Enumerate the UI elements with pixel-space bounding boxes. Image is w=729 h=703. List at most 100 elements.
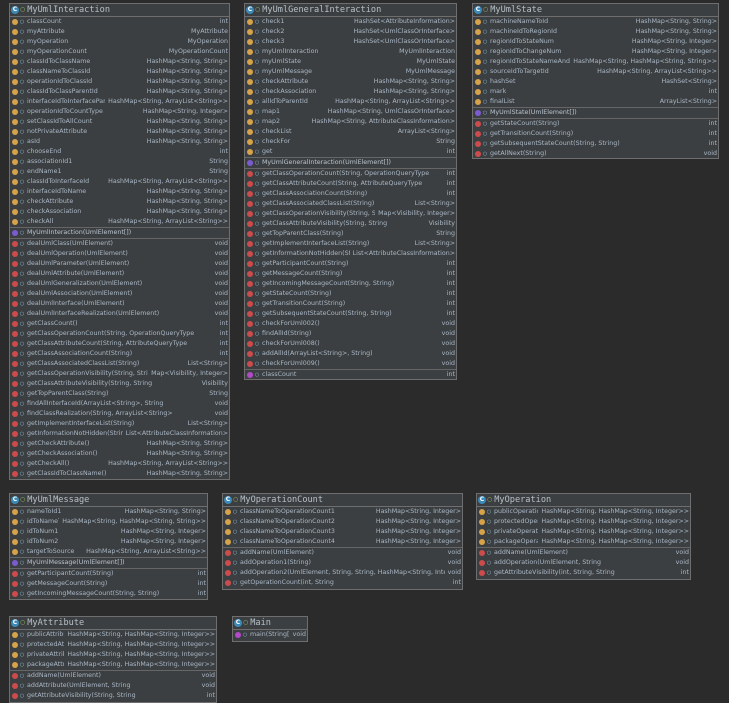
field-idtonum2[interactable]: ○ idToNum2 HashMap<String, Integer> — [10, 537, 207, 547]
method-addattribute[interactable]: ○ addAttribute(UmlElement, String void — [10, 681, 216, 691]
field-checkattribute[interactable]: ○ checkAttribute HashMap<String, String> — [10, 197, 229, 207]
field-map1[interactable]: ○ map1 HashMap<String, UmlClassOrInterface… — [245, 107, 456, 117]
constructor-myumlinteraction[interactable]: ○ MyUmlInteraction(UmlElement[]) — [10, 228, 229, 238]
field-privateattribute[interactable]: ○privateAttributeHashMap<String, HashMap… — [10, 650, 216, 660]
method-getmessagecount[interactable]: ○ getMessageCount(String) int — [10, 579, 207, 589]
field-myumlmessage[interactable]: ○ myUmlMessage MyUmlMessage — [245, 67, 456, 77]
method-checkforuml009[interactable]: ○ checkForUml009() void — [245, 359, 456, 369]
field-privateoperation[interactable]: ○privateOperationHashMap<String, HashMap… — [477, 527, 690, 537]
field-checklist[interactable]: ○ checkList ArrayList<String> — [245, 127, 456, 137]
class-header[interactable]: C ○ MyAttribute — [10, 617, 216, 630]
field-classnametoclassid[interactable]: ○ classNameToClassId HashMap<String, Strin… — [10, 67, 229, 77]
method-dealumloperation[interactable]: ○ dealUmlOperation(UmlElement) void — [10, 249, 229, 259]
field-interfaceidtointerfaceparentids[interactable]: ○interfaceIdToInterfaceParentIdsHashMap<… — [10, 97, 229, 107]
method-gettopparentclass[interactable]: ○ getTopParentClass(String) String — [245, 229, 456, 239]
field-associationid1[interactable]: ○ associationId1 String — [10, 157, 229, 167]
method-getclassattributecount[interactable]: ○ getClassAttributeCount(String, Attribut… — [245, 179, 456, 189]
field-hashset[interactable]: ○ hashSet HashSet<String> — [473, 77, 718, 87]
field-operationidtocounttype[interactable]: ○ operationIdToCountType HashMap<String, I… — [10, 107, 229, 117]
field-setclassidtoallcount[interactable]: ○ setClassIdToAllCount HashMap<String, Str… — [10, 117, 229, 127]
class-box-myoperation[interactable]: C○MyOperation○publicOperationHashMap<Str… — [476, 493, 691, 580]
method-getoperationcount[interactable]: ○ getOperationCount(int, String int — [223, 578, 462, 588]
class-header[interactable]: C ○ MyOperation — [477, 494, 690, 507]
field-classnametooperationcount1[interactable]: ○ classNameToOperationCount1 HashMap<Strin… — [223, 507, 462, 517]
method-dealumlinterface[interactable]: ○ dealUmlInterface(UmlElement) void — [10, 299, 229, 309]
class-box-myumlstate[interactable]: C ○ MyUmlState ○ machineNameToId HashMap<Stri… — [472, 3, 719, 159]
method-getclassoperationcount[interactable]: ○ getClassOperationCount(String, Operatio… — [10, 329, 229, 339]
field-idtonametoid2[interactable]: ○idToNameToId2HashMap<String, HashMap<St… — [10, 517, 207, 527]
field-classidtointerfaceid[interactable]: ○ classIdToInterfaceId HashMap<String, Arr… — [10, 177, 229, 187]
method-getparticipantcount[interactable]: ○ getParticipantCount(String) int — [245, 259, 456, 269]
field-publicoperation[interactable]: ○publicOperationHashMap<String, HashMap<… — [477, 507, 690, 517]
method-dealumlparameter[interactable]: ○ dealUmlParameter(UmlElement) void — [10, 259, 229, 269]
method-checkforuml002[interactable]: ○ checkForUml002() void — [245, 319, 456, 329]
field-classnametooperationcount2[interactable]: ○ classNameToOperationCount2 HashMap<Strin… — [223, 517, 462, 527]
method-dealumlinterfacerealization[interactable]: ○ dealUmlInterfaceRealization(UmlElement)… — [10, 309, 229, 319]
field-chooseend[interactable]: ○ chooseEnd int — [10, 147, 229, 157]
method-getcheckassociation[interactable]: ○ getCheckAssociation() HashMap<String, St… — [10, 449, 229, 459]
field-publicattribute[interactable]: ○publicAttributeHashMap<String, HashMap<… — [10, 630, 216, 640]
field-classidtoclassparentid[interactable]: ○ classIdToClassParentId HashMap<String, S… — [10, 87, 229, 97]
field-protectedattribute[interactable]: ○protectedAttributeHashMap<String, HashM… — [10, 640, 216, 650]
class-box-myumlmessage[interactable]: C ○ MyUmlMessage ○ nameToId1 HashMap<String, … — [9, 493, 208, 600]
field-check2[interactable]: ○ check2 HashSet<UmlClassOrInterface> — [245, 27, 456, 37]
constructor-myumlgeneralinteraction[interactable]: ○ MyUmlGeneralInteraction(UmlElement[]) — [245, 158, 456, 168]
class-box-myumlinteraction[interactable]: C ○ MyUmlInteraction ○ classCount int ○ myAttri… — [9, 3, 230, 480]
class-box-myattribute[interactable]: C○MyAttribute○publicAttributeHashMap<Str… — [9, 616, 217, 703]
field-notprivateattribute[interactable]: ○ notPrivateAttribute HashMap<String, Stri… — [10, 127, 229, 137]
class-box-myoperationcount[interactable]: C ○ MyOperationCount ○ classNameToOperationC… — [222, 493, 463, 590]
method-findallinterfaceid[interactable]: ○ findAllInterfaceId(ArrayList<String>, S… — [10, 399, 229, 409]
method-gettransitioncount[interactable]: ○ getTransitionCount(String) int — [473, 129, 718, 139]
method-getincomingmessagecount[interactable]: ○ getIncomingMessageCount(String, String)… — [10, 589, 207, 599]
method-getclassassociatedclasslist[interactable]: ○ getClassAssociatedClassList(String) List… — [245, 199, 456, 209]
constructor-myumlmessage[interactable]: ○ MyUmlMessage(UmlElement[]) — [10, 558, 207, 568]
field-regionidtostatenum[interactable]: ○ regionIdToStateNum HashMap<String, Integ… — [473, 37, 718, 47]
class-box-myumlgeneralinteraction[interactable]: C ○ MyUmlGeneralInteraction ○ check1 HashSet<… — [244, 3, 457, 380]
method-getclassattributecount[interactable]: ○ getClassAttributeCount(String, Attribut… — [10, 339, 229, 349]
field-finallist[interactable]: ○ finalList ArrayList<String> — [473, 97, 718, 107]
field-checkattribute[interactable]: ○ checkAttribute HashMap<String, String> — [245, 77, 456, 87]
field-regionidtostatenameandstateid[interactable]: ○regionIdToStateNameAndStateIdHashMap<St… — [473, 57, 718, 67]
field-get[interactable]: ○ get int — [245, 147, 456, 157]
method-addoperation2[interactable]: ○ addOperation2(UmlElement, String, Strin… — [223, 568, 462, 578]
method-getimplementinterfacelist[interactable]: ○ getImplementInterfaceList(String) List<S… — [10, 419, 229, 429]
method-checkforuml008[interactable]: ○ checkForUml008() void — [245, 339, 456, 349]
method-findallid[interactable]: ○ findAllId(String) void — [245, 329, 456, 339]
method-getmessagecount[interactable]: ○ getMessageCount(String) int — [245, 269, 456, 279]
field-nametoid1[interactable]: ○ nameToId1 HashMap<String, String> — [10, 507, 207, 517]
method-getclassattributevisibility[interactable]: ○ getClassAttributeVisibility(String, Str… — [10, 379, 229, 389]
method-getinformationnothidden[interactable]: ○getInformationNotHidden(StringList<Attr… — [10, 429, 229, 439]
method-getclassattributevisibility[interactable]: ○ getClassAttributeVisibility(String, Str… — [245, 219, 456, 229]
field-map2[interactable]: ○ map2 HashMap<String, AttributeClassInfor… — [245, 117, 456, 127]
field-classidtoclassname[interactable]: ○ classIdToClassName HashMap<String, Strin… — [10, 57, 229, 67]
method-getattributevisibility[interactable]: ○ getAttributeVisibility(int, String, Str… — [477, 568, 690, 578]
static-member-classcount[interactable]: ○ classCount int — [245, 370, 456, 379]
field-classnametooperationcount3[interactable]: ○ classNameToOperationCount3 HashMap<Strin… — [223, 527, 462, 537]
method-getclassoperationvisibility[interactable]: ○getClassOperationVisibility(String, Str… — [245, 209, 456, 219]
method-addallid[interactable]: ○ addAllId(ArrayList<String>, String) void — [245, 349, 456, 359]
field-protectedoperation[interactable]: ○protectedOperationHashMap<String, HashM… — [477, 517, 690, 527]
class-header[interactable]: C ○ MyUmlInteraction — [10, 4, 229, 17]
method-gettransitioncount[interactable]: ○ getTransitionCount(String) int — [245, 299, 456, 309]
method-addoperation1[interactable]: ○ addOperation1(String) void — [223, 558, 462, 568]
class-header[interactable]: C ○ Main — [233, 617, 307, 630]
method-addoperation[interactable]: ○ addOperation(UmlElement, String void — [477, 558, 690, 568]
field-interfaceidtoname[interactable]: ○ interfaceIdToName HashMap<String, String… — [10, 187, 229, 197]
class-header[interactable]: C ○ MyUmlGeneralInteraction — [245, 4, 456, 17]
field-checkall[interactable]: ○ checkAll HashMap<String, ArrayList<Strin… — [10, 217, 229, 227]
method-addname[interactable]: ○ addName(UmlElement) void — [10, 671, 216, 681]
method-getstatecount[interactable]: ○ getStateCount(String) int — [473, 119, 718, 129]
class-box-main[interactable]: C○Main○main(String[])void — [232, 616, 308, 642]
field-check1[interactable]: ○ check1 HashSet<AttributeInformation> — [245, 17, 456, 27]
field-check3[interactable]: ○ check3 HashSet<UmlClassOrInterface> — [245, 37, 456, 47]
field-myoperation[interactable]: ○ myOperation MyOperation — [10, 37, 229, 47]
method-dealumlgeneralization[interactable]: ○ dealUmlGeneralization(UmlElement) void — [10, 279, 229, 289]
class-header[interactable]: C ○ MyUmlState — [473, 4, 718, 17]
method-getclassidtoclassname[interactable]: ○ getClassIdToClassName() HashMap<String, … — [10, 469, 229, 479]
constructor-myumlstate[interactable]: ○ MyUmlState(UmlElement[]) — [473, 108, 718, 118]
method-getattributevisibility[interactable]: ○ getAttributeVisibility(String, String in… — [10, 691, 216, 701]
method-getincomingmessagecount[interactable]: ○ getIncomingMessageCount(String, String)… — [245, 279, 456, 289]
method-getsubsequentstatecount[interactable]: ○ getSubsequentStateCount(String, String)… — [245, 309, 456, 319]
method-findclassrealization[interactable]: ○ findClassRealization(String, ArrayList<… — [10, 409, 229, 419]
class-header[interactable]: C ○ MyUmlMessage — [10, 494, 207, 507]
